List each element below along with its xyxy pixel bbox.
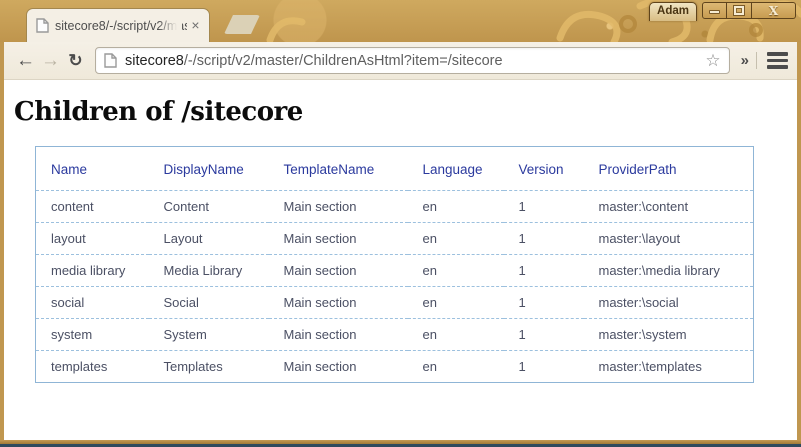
menu-icon	[767, 52, 788, 56]
url-host: sitecore8	[125, 53, 184, 69]
tab-title-fade	[158, 11, 182, 41]
bookmark-star-icon[interactable]: ☆	[705, 52, 720, 69]
children-table: Name DisplayName TemplateName Language V…	[35, 146, 754, 383]
cell-displayname: Social	[149, 287, 269, 319]
close-button[interactable]: X	[752, 2, 796, 19]
cell-templatename: Main section	[269, 319, 408, 351]
cell-displayname: Templates	[149, 351, 269, 383]
page-icon	[104, 53, 117, 68]
cell-providerpath: master:\social	[584, 287, 754, 319]
cell-version: 1	[504, 223, 584, 255]
table-row: content Content Main section en 1 master…	[36, 191, 754, 223]
menu-icon	[767, 65, 788, 69]
cell-templatename: Main section	[269, 351, 408, 383]
cell-version: 1	[504, 255, 584, 287]
profile-button[interactable]: Adam	[649, 2, 697, 21]
column-header-version: Version	[504, 147, 584, 191]
cell-providerpath: master:\templates	[584, 351, 754, 383]
cell-language: en	[408, 191, 504, 223]
column-header-providerpath: ProviderPath	[584, 147, 754, 191]
table-row: media library Media Library Main section…	[36, 255, 754, 287]
page-title: Children of /sitecore	[4, 80, 797, 127]
browser-window: sitecore8/-/script/v2/mast × Adam X ← → …	[0, 0, 801, 447]
column-header-displayname: DisplayName	[149, 147, 269, 191]
cell-providerpath: master:\system	[584, 319, 754, 351]
table-row: templates Templates Main section en 1 ma…	[36, 351, 754, 383]
url-path: /-/script/v2/master/ChildrenAsHtml?item=…	[184, 53, 503, 69]
cell-templatename: Main section	[269, 191, 408, 223]
new-tab-button[interactable]	[224, 15, 260, 34]
cell-version: 1	[504, 351, 584, 383]
minimize-icon	[709, 10, 720, 14]
extensions-overflow-button[interactable]: »	[741, 52, 749, 69]
back-button[interactable]: ←	[13, 48, 38, 74]
window-controls: X	[702, 2, 796, 19]
address-bar[interactable]: sitecore8/-/script/v2/master/ChildrenAsH…	[95, 47, 730, 74]
reload-button[interactable]: ↻	[63, 48, 88, 74]
url-text: sitecore8/-/script/v2/master/ChildrenAsH…	[125, 53, 697, 69]
table-header-row: Name DisplayName TemplateName Language V…	[36, 147, 754, 191]
menu-icon	[767, 59, 788, 63]
cell-name: content	[36, 191, 149, 223]
cell-version: 1	[504, 319, 584, 351]
table-row: system System Main section en 1 master:\…	[36, 319, 754, 351]
page-content: Children of /sitecore Name DisplayName T…	[4, 80, 797, 440]
cell-version: 1	[504, 287, 584, 319]
cell-language: en	[408, 287, 504, 319]
minimize-button[interactable]	[702, 2, 727, 19]
cell-providerpath: master:\media library	[584, 255, 754, 287]
cell-name: system	[36, 319, 149, 351]
cell-language: en	[408, 351, 504, 383]
table-row: layout Layout Main section en 1 master:\…	[36, 223, 754, 255]
cell-providerpath: master:\layout	[584, 223, 754, 255]
cell-templatename: Main section	[269, 287, 408, 319]
toolbar-divider	[756, 52, 757, 69]
page-icon	[36, 18, 49, 33]
cell-language: en	[408, 223, 504, 255]
cell-displayname: Layout	[149, 223, 269, 255]
cell-displayname: System	[149, 319, 269, 351]
browser-tab[interactable]: sitecore8/-/script/v2/mast ×	[26, 8, 210, 42]
column-header-language: Language	[408, 147, 504, 191]
cell-name: media library	[36, 255, 149, 287]
forward-button[interactable]: →	[38, 48, 63, 74]
maximize-button[interactable]	[727, 2, 752, 19]
navigation-toolbar: ← → ↻ sitecore8/-/script/v2/master/Child…	[4, 42, 797, 80]
tab-close-button[interactable]: ×	[187, 17, 204, 34]
close-icon: X	[769, 5, 778, 17]
cell-providerpath: master:\content	[584, 191, 754, 223]
cell-templatename: Main section	[269, 223, 408, 255]
titlebar: sitecore8/-/script/v2/mast × Adam X	[0, 0, 801, 42]
cell-language: en	[408, 255, 504, 287]
column-header-templatename: TemplateName	[269, 147, 408, 191]
cell-language: en	[408, 319, 504, 351]
browser-body: ← → ↻ sitecore8/-/script/v2/master/Child…	[4, 42, 797, 440]
cell-displayname: Media Library	[149, 255, 269, 287]
column-header-name: Name	[36, 147, 149, 191]
maximize-icon	[734, 6, 744, 15]
table-row: social Social Main section en 1 master:\…	[36, 287, 754, 319]
cell-templatename: Main section	[269, 255, 408, 287]
cell-name: layout	[36, 223, 149, 255]
cell-name: social	[36, 287, 149, 319]
cell-displayname: Content	[149, 191, 269, 223]
cell-name: templates	[36, 351, 149, 383]
cell-version: 1	[504, 191, 584, 223]
menu-button[interactable]	[767, 52, 788, 69]
